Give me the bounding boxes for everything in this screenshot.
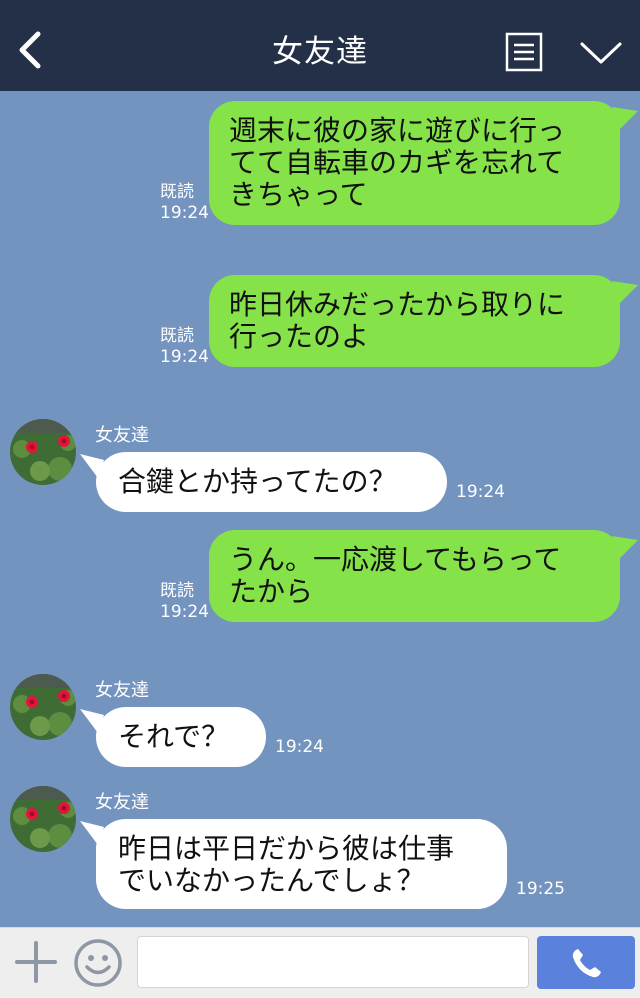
outgoing-message-bubble[interactable]: 週末に彼の家に遊びに行っ てて自転車のカギを忘れて きちゃって xyxy=(209,101,638,225)
outgoing-message-bubble[interactable]: 昨日休みだったから取りに 行ったのよ xyxy=(209,275,638,367)
message-line: たから xyxy=(229,575,314,608)
call-button[interactable] xyxy=(537,936,635,989)
bubble-tail xyxy=(80,821,104,845)
message-time: 19:24 xyxy=(160,347,209,367)
message-input[interactable] xyxy=(137,936,529,988)
chevron-down-icon xyxy=(580,42,622,64)
message-line: きちゃって xyxy=(229,178,368,211)
message-line: でいなかったんでしょ？ xyxy=(118,864,425,897)
read-receipt: 既読 xyxy=(160,326,194,346)
bubble-tail xyxy=(612,536,638,560)
chat-title: 女友達 xyxy=(272,34,368,70)
flower-avatar-image xyxy=(10,786,76,852)
message-time: 19:25 xyxy=(516,879,565,899)
message-meta: 既読 19:24 xyxy=(160,326,209,368)
outgoing-message-bubble[interactable]: うん。一応渡してもらって たから xyxy=(209,530,638,622)
bubble-tail xyxy=(80,454,104,478)
message-meta: 既読 19:24 xyxy=(160,182,209,224)
message-meta: 既読 19:24 xyxy=(160,581,209,623)
collapse-button[interactable] xyxy=(578,38,624,68)
bubble-tail xyxy=(80,709,104,733)
incoming-message-bubble[interactable]: それで？ xyxy=(80,707,266,767)
phone-icon xyxy=(572,949,601,978)
flower-avatar-image xyxy=(10,674,76,740)
emoji-button[interactable] xyxy=(73,938,123,988)
message-line: それで？ xyxy=(118,720,230,753)
sender-name: 女友達 xyxy=(95,792,149,813)
message-time: 19:24 xyxy=(160,203,209,223)
message-line: 週末に彼の家に遊びに行っ xyxy=(229,114,566,147)
message-line: 合鍵とか持ってたの？ xyxy=(118,465,397,498)
avatar[interactable] xyxy=(10,419,76,485)
bubble-tail xyxy=(612,281,638,305)
input-bar xyxy=(0,927,640,998)
smiley-icon xyxy=(74,939,122,987)
incoming-message-bubble[interactable]: 合鍵とか持ってたの？ xyxy=(80,452,447,512)
read-receipt: 既読 xyxy=(160,581,194,601)
message-line: てて自転車のカギを忘れて xyxy=(229,146,565,179)
message-line: うん。一応渡してもらって xyxy=(229,543,562,576)
chat-header: 女友達 xyxy=(0,0,640,91)
avatar[interactable] xyxy=(10,786,76,852)
chat-area[interactable]: 既読 19:24 週末に彼の家に遊びに行っ てて自転車のカギを忘れて きちゃって… xyxy=(0,91,640,927)
read-receipt: 既読 xyxy=(160,182,194,202)
message-line: 行ったのよ xyxy=(229,320,370,353)
message-time: 19:24 xyxy=(275,737,324,757)
message-time: 19:24 xyxy=(456,482,505,502)
sender-name: 女友達 xyxy=(95,680,149,701)
plus-icon xyxy=(15,941,57,983)
menu-list-icon xyxy=(505,32,543,72)
avatar[interactable] xyxy=(10,674,76,740)
message-line: 昨日は平日だから彼は仕事 xyxy=(118,832,455,865)
message-time: 19:24 xyxy=(160,602,209,622)
menu-button[interactable] xyxy=(505,32,543,72)
message-line: 昨日休みだったから取りに xyxy=(229,288,566,321)
flower-avatar-image xyxy=(10,419,76,485)
add-button[interactable] xyxy=(14,940,58,984)
sender-name: 女友達 xyxy=(95,425,149,446)
incoming-message-bubble[interactable]: 昨日は平日だから彼は仕事 でいなかったんでしょ？ xyxy=(80,819,507,909)
bubble-tail xyxy=(612,107,638,131)
